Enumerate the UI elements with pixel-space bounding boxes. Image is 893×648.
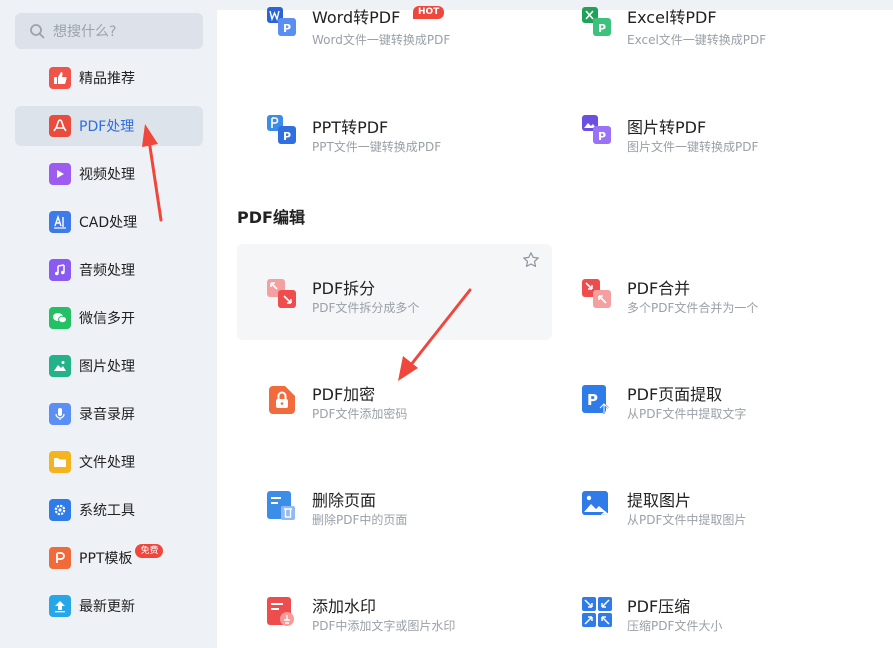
sidebar-item-ppt[interactable]: PPT模板 免费 — [15, 538, 203, 578]
ppt-icon — [49, 547, 71, 569]
tool-title: 删除页面 — [312, 491, 377, 510]
compress-icon — [582, 597, 612, 627]
tool-title: PDF拆分 — [312, 279, 376, 298]
tool-pdf-compress[interactable]: PDF压缩 压缩PDF文件大小 — [552, 562, 867, 648]
tool-title: PDF合并 — [627, 279, 691, 298]
tool-title: 提取图片 — [627, 491, 692, 510]
search-input[interactable]: 想搜什么? — [15, 13, 203, 49]
tool-extract-images[interactable]: 提取图片 从PDF文件中提取图片 — [552, 456, 867, 552]
tool-title: 图片转PDF — [627, 118, 707, 137]
hot-badge: HOT — [413, 6, 445, 19]
tool-title: PDF加密 — [312, 385, 376, 404]
tool-add-watermark[interactable]: 添加水印 PDF中添加文字或图片水印 — [237, 562, 552, 648]
excel-to-pdf-icon: P — [582, 7, 611, 36]
page-extract-icon: P — [582, 385, 609, 414]
sidebar-item-label: 图片处理 — [79, 359, 135, 375]
tool-delete-pages[interactable]: 删除页面 删除PDF中的页面 — [237, 456, 552, 552]
sidebar-item-record[interactable]: 录音录屏 — [15, 394, 203, 434]
extract-image-icon — [582, 491, 610, 521]
tool-title: PPT转PDF — [312, 118, 389, 137]
folder-icon — [49, 451, 71, 473]
play-icon — [49, 163, 71, 185]
sidebar-item-cad[interactable]: CAD处理 — [15, 202, 203, 242]
main-panel: P Word转PDF HOT Word文件一键转换成PDF P Excel转PD… — [217, 6, 893, 648]
search-placeholder: 想搜什么? — [53, 24, 117, 40]
thumbs-up-icon — [49, 67, 71, 89]
sidebar-item-pdf[interactable]: PDF处理 — [15, 106, 203, 146]
tool-excel-to-pdf[interactable]: P Excel转PDF Excel文件一键转换成PDF — [552, 0, 867, 80]
sidebar-item-wechat[interactable]: 微信多开 — [15, 298, 203, 338]
tool-desc: 从PDF文件中提取图片 — [627, 513, 747, 527]
tool-desc: 多个PDF文件合并为一个 — [627, 301, 759, 315]
sidebar-item-label: 音频处理 — [79, 263, 135, 279]
tool-pdf-merge[interactable]: PDF合并 多个PDF文件合并为一个 — [552, 244, 867, 340]
tool-desc: PDF文件添加密码 — [312, 407, 408, 421]
tool-pdf-encrypt[interactable]: PDF加密 PDF文件添加密码 — [237, 350, 552, 446]
pdf-merge-icon — [582, 279, 611, 308]
word-to-pdf-icon: P — [267, 7, 296, 36]
music-note-icon — [49, 259, 71, 281]
ppt-to-pdf-icon: P — [267, 115, 296, 144]
svg-text:P: P — [283, 22, 291, 35]
tool-desc: PPT文件一键转换成PDF — [312, 140, 442, 154]
tool-desc: PDF中添加文字或图片水印 — [312, 619, 456, 633]
sidebar-item-label: 最新更新 — [79, 599, 135, 615]
watermark-icon — [267, 597, 294, 626]
tool-ppt-to-pdf[interactable]: P PPT转PDF PPT文件一键转换成PDF — [237, 90, 552, 186]
tool-desc: 压缩PDF文件大小 — [627, 619, 723, 633]
tool-title: Word转PDF — [312, 8, 401, 27]
sidebar-item-label: 录音录屏 — [79, 407, 135, 423]
tool-pdf-split[interactable]: PDF拆分 PDF文件拆分成多个 — [237, 244, 552, 340]
microphone-icon — [49, 403, 71, 425]
svg-text:P: P — [598, 22, 606, 35]
sidebar-item-label: PPT模板 — [79, 551, 133, 567]
tool-word-to-pdf[interactable]: P Word转PDF HOT Word文件一键转换成PDF — [237, 0, 552, 80]
star-icon[interactable] — [522, 251, 540, 269]
pdf-split-icon — [267, 279, 296, 308]
sidebar-item-label: PDF处理 — [79, 119, 135, 135]
tool-desc: Excel文件一键转换成PDF — [627, 33, 767, 47]
sidebar-item-files[interactable]: 文件处理 — [15, 442, 203, 482]
sidebar-item-featured[interactable]: 精品推荐 — [15, 58, 203, 98]
upload-icon — [49, 595, 71, 617]
tool-title: Excel转PDF — [627, 8, 717, 27]
sidebar-item-label: CAD处理 — [79, 215, 138, 231]
tool-desc: 从PDF文件中提取文字 — [627, 407, 747, 421]
tool-desc: 图片文件一键转换成PDF — [627, 140, 759, 154]
tool-image-to-pdf[interactable]: P 图片转PDF 图片文件一键转换成PDF — [552, 90, 867, 186]
svg-text:P: P — [587, 391, 598, 409]
sidebar-item-label: 精品推荐 — [79, 71, 135, 87]
cad-icon — [49, 211, 71, 233]
image-icon — [49, 355, 71, 377]
delete-page-icon — [267, 491, 295, 520]
sidebar-item-label: 微信多开 — [79, 311, 135, 327]
sidebar-item-system[interactable]: 系统工具 — [15, 490, 203, 530]
tool-desc: 删除PDF中的页面 — [312, 513, 408, 527]
wechat-icon — [49, 307, 71, 329]
sidebar-item-label: 文件处理 — [79, 455, 135, 471]
pdf-icon — [49, 115, 71, 137]
free-badge: 免费 — [135, 544, 164, 558]
sidebar-item-label: 系统工具 — [79, 503, 135, 519]
svg-text:P: P — [598, 130, 606, 143]
image-to-pdf-icon: P — [582, 115, 611, 144]
search-icon — [30, 24, 45, 39]
tool-title: PDF压缩 — [627, 597, 691, 616]
sidebar-item-image[interactable]: 图片处理 — [15, 346, 203, 386]
lock-icon — [269, 386, 295, 414]
sidebar: 想搜什么? 精品推荐 PDF处理 视频处理 CAD处理 音频处理 微信多开 图片… — [0, 0, 217, 648]
sidebar-nav: 精品推荐 PDF处理 视频处理 CAD处理 音频处理 微信多开 图片处理 录音录… — [15, 58, 203, 634]
svg-text:P: P — [283, 130, 291, 143]
tool-desc: Word文件一键转换成PDF — [312, 33, 451, 47]
tool-desc: PDF文件拆分成多个 — [312, 301, 420, 315]
sidebar-item-label: 视频处理 — [79, 167, 135, 183]
gear-icon — [49, 499, 71, 521]
section-title: PDF编辑 — [237, 208, 305, 227]
sidebar-item-updates[interactable]: 最新更新 — [15, 586, 203, 626]
tool-title: PDF页面提取 — [627, 385, 723, 404]
sidebar-item-video[interactable]: 视频处理 — [15, 154, 203, 194]
sidebar-item-audio[interactable]: 音频处理 — [15, 250, 203, 290]
tool-title: 添加水印 — [312, 597, 377, 616]
tool-pdf-page-extract[interactable]: P PDF页面提取 从PDF文件中提取文字 — [552, 350, 867, 446]
